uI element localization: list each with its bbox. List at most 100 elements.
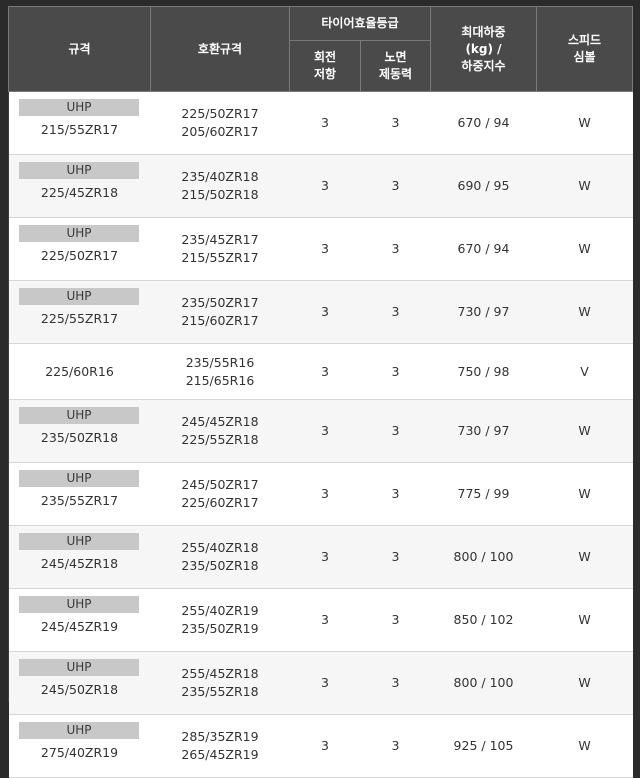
speed-symbol: W — [536, 280, 633, 344]
header-speed-line-2: 심볼 — [573, 50, 596, 64]
tire-size: 245/45ZR19 — [40, 619, 119, 634]
rolling-resistance-grade: 3 — [289, 462, 361, 526]
rolling-resistance-grade: 3 — [289, 217, 361, 281]
uhp-badge: UHP — [18, 596, 139, 613]
speed-symbol: W — [536, 462, 633, 526]
header-max-load-line-1: 최대하중 — [461, 24, 506, 39]
wet-grip-grade: 3 — [360, 399, 431, 463]
rolling-resistance-grade: 3 — [289, 525, 361, 589]
tire-size: 225/45ZR18 — [40, 185, 119, 200]
speed-symbol: W — [536, 217, 633, 281]
wet-grip-grade: 3 — [360, 154, 431, 218]
compatible-size: 225/50ZR17 — [181, 106, 259, 121]
header-speed-symbol: 스피드 심볼 — [536, 6, 633, 92]
rolling-resistance-grade: 3 — [289, 651, 361, 715]
table-row: 225/60R16 235/55R16 215/65R16 3 3 750 / 98 V — [8, 343, 633, 400]
tire-size: 275/40ZR19 — [40, 745, 119, 760]
compatible-size: 215/50ZR18 — [181, 187, 259, 202]
max-load: 730 / 97 — [430, 399, 537, 463]
header-wet-line-1: 노면 — [384, 50, 407, 64]
speed-symbol: V — [536, 343, 633, 400]
tire-spec-table: 규격 호환규격 타이어효율등급 최대하중 (kg) / 하중지수 스피드 심볼 … — [8, 6, 633, 778]
uhp-badge: UHP — [18, 162, 139, 179]
compatible-size-cell: 255/45ZR18 235/55ZR18 — [150, 651, 290, 715]
wet-grip-grade: 3 — [360, 651, 431, 715]
compatible-size: 265/45ZR19 — [181, 747, 259, 762]
rolling-resistance-grade: 3 — [289, 154, 361, 218]
header-rolling-resistance: 회전 저항 — [289, 40, 361, 92]
max-load: 670 / 94 — [430, 91, 537, 155]
wet-grip-grade: 3 — [360, 91, 431, 155]
compatible-size: 255/40ZR18 — [181, 540, 259, 555]
header-max-load-line-2: (kg) / — [465, 41, 502, 56]
compatible-size: 235/50ZR18 — [181, 558, 259, 573]
table-row: UHP 225/55ZR17 235/50ZR17 215/60ZR17 3 3 730 /… — [8, 280, 633, 344]
size-cell: UHP 245/45ZR19 — [8, 588, 151, 652]
rolling-resistance-grade: 3 — [289, 399, 361, 463]
compatible-size-cell: 255/40ZR19 235/50ZR19 — [150, 588, 290, 652]
compatible-size: 215/65R16 — [185, 372, 255, 388]
rolling-resistance-grade: 3 — [289, 280, 361, 344]
uhp-badge: UHP — [18, 407, 139, 424]
rolling-resistance-grade: 3 — [289, 343, 361, 400]
speed-symbol: W — [536, 714, 633, 778]
uhp-badge: UHP — [18, 470, 139, 487]
compatible-size-cell: 235/45ZR17 215/55ZR17 — [150, 217, 290, 281]
compatible-size: 255/40ZR19 — [181, 603, 259, 618]
size-cell: UHP 235/50ZR18 — [8, 399, 151, 463]
size-cell: UHP 225/55ZR17 — [8, 280, 151, 344]
size-cell: UHP 275/40ZR19 — [8, 714, 151, 778]
tire-size: 215/55ZR17 — [40, 122, 119, 137]
speed-symbol: W — [536, 651, 633, 715]
compatible-size: 235/40ZR18 — [181, 169, 259, 184]
header-compatible-size: 호환규격 — [150, 6, 290, 92]
size-cell: UHP 245/45ZR18 — [8, 525, 151, 589]
table-row: UHP 225/45ZR18 235/40ZR18 215/50ZR18 3 3 690 /… — [8, 154, 633, 218]
compatible-size: 245/45ZR18 — [181, 414, 259, 429]
compatible-size: 235/55ZR18 — [181, 684, 259, 699]
header-size: 규격 — [8, 6, 151, 92]
speed-symbol: W — [536, 399, 633, 463]
compatible-size-cell: 255/40ZR18 235/50ZR18 — [150, 525, 290, 589]
speed-symbol: W — [536, 588, 633, 652]
wet-grip-grade: 3 — [360, 217, 431, 281]
size-cell: UHP 235/55ZR17 — [8, 462, 151, 526]
max-load: 750 / 98 — [430, 343, 537, 400]
tire-size: 225/60R16 — [45, 363, 114, 379]
header-max-load: 최대하중 (kg) / 하중지수 — [430, 6, 537, 92]
size-cell: 225/60R16 — [8, 343, 151, 400]
compatible-size: 215/55ZR17 — [181, 250, 259, 265]
wet-grip-grade: 3 — [360, 525, 431, 589]
max-load: 925 / 105 — [430, 714, 537, 778]
wet-grip-grade: 3 — [360, 343, 431, 400]
table-row: UHP 245/50ZR18 255/45ZR18 235/55ZR18 3 3 800 /… — [8, 651, 633, 715]
speed-symbol: W — [536, 91, 633, 155]
compatible-size-cell: 235/55R16 215/65R16 — [150, 343, 290, 400]
compatible-size: 235/45ZR17 — [181, 232, 259, 247]
header-max-load-line-3: 하중지수 — [461, 58, 506, 73]
compatible-size-cell: 245/45ZR18 225/55ZR18 — [150, 399, 290, 463]
table-row: UHP 235/50ZR18 245/45ZR18 225/55ZR18 3 3 730 /… — [8, 399, 633, 463]
tire-spec-frame: 규격 호환규격 타이어효율등급 최대하중 (kg) / 하중지수 스피드 심볼 … — [8, 6, 633, 778]
compatible-size: 225/55ZR18 — [181, 432, 259, 447]
compatible-size: 205/60ZR17 — [181, 124, 259, 139]
wet-grip-grade: 3 — [360, 714, 431, 778]
compatible-size: 255/45ZR18 — [181, 666, 259, 681]
compatible-size: 235/55R16 — [185, 354, 255, 370]
header-wet-grip: 노면 제동력 — [360, 40, 431, 92]
header-wet-line-2: 제동력 — [378, 67, 413, 81]
header-rolling-line-2: 저항 — [313, 67, 337, 81]
table-row: UHP 245/45ZR19 255/40ZR19 235/50ZR19 3 3 850 /… — [8, 588, 633, 652]
size-cell: UHP 225/50ZR17 — [8, 217, 151, 281]
max-load: 800 / 100 — [430, 525, 537, 589]
wet-grip-grade: 3 — [360, 280, 431, 344]
compatible-size: 215/60ZR17 — [181, 313, 259, 328]
max-load: 850 / 102 — [430, 588, 537, 652]
rolling-resistance-grade: 3 — [289, 714, 361, 778]
uhp-badge: UHP — [18, 533, 139, 550]
uhp-badge: UHP — [18, 659, 139, 676]
tire-size: 235/55ZR17 — [40, 493, 119, 508]
compatible-size: 245/50ZR17 — [181, 477, 259, 492]
table-row: UHP 215/55ZR17 225/50ZR17 205/60ZR17 3 3 670 /… — [8, 91, 633, 155]
tire-size: 245/50ZR18 — [40, 682, 119, 697]
